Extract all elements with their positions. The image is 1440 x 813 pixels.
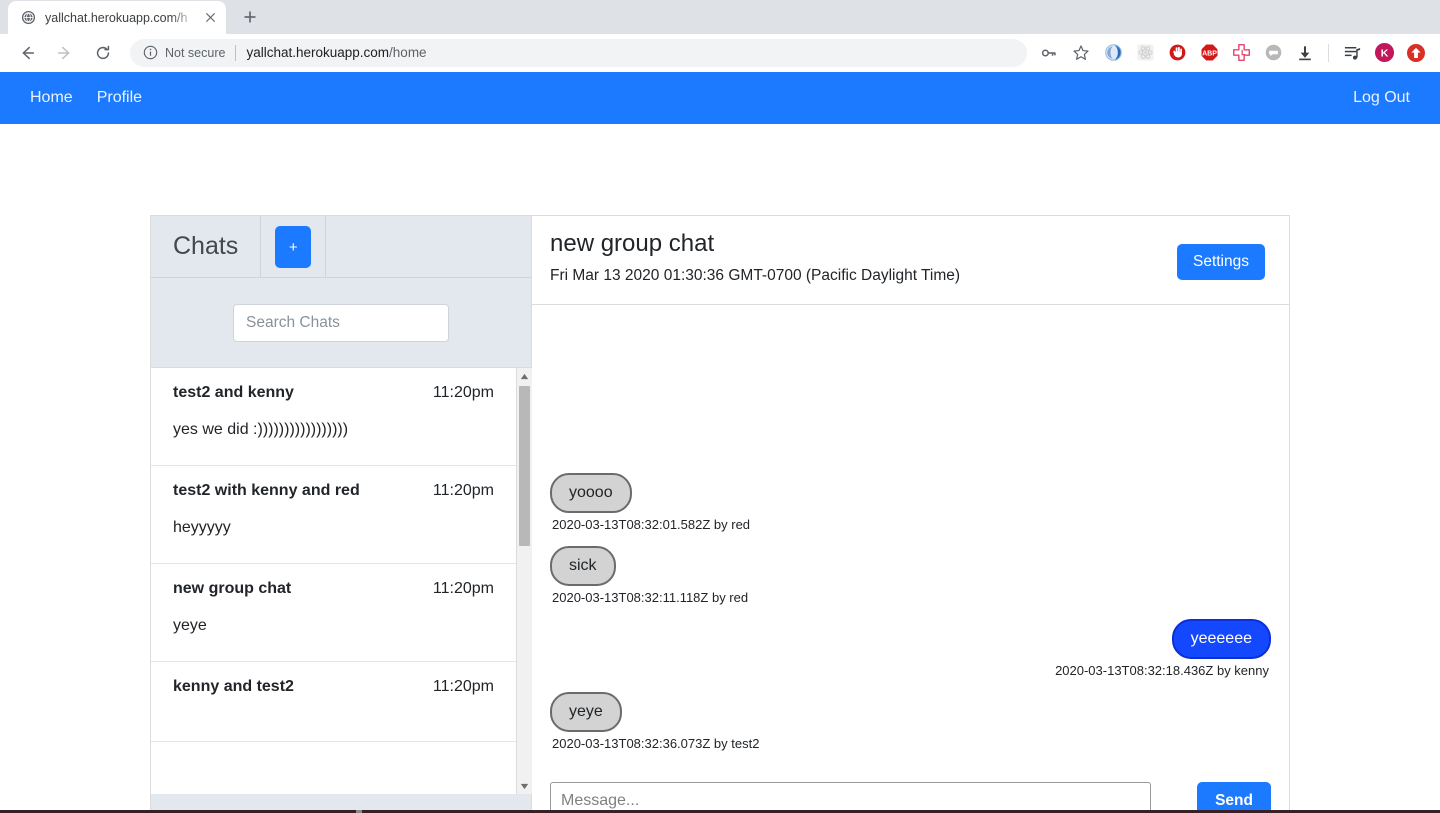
reading-list-icon[interactable] [1339,40,1365,66]
message-bubble: yeeeeee [1171,619,1271,659]
chat-time: 11:20pm [432,384,494,401]
message-meta: 2020-03-13T08:32:01.582Z by red [552,517,751,532]
extension-abp-icon[interactable]: ABP [1196,40,1222,66]
message-row: yoooo [550,473,1271,513]
message-composer: Send [532,774,1289,813]
new-tab-button[interactable] [236,3,264,31]
chat-list-scrollbar[interactable] [516,367,532,794]
search-chats-wrapper [151,278,531,367]
chat-list-region: test2 and kenny 11:20pm yes we did :))))… [151,367,532,794]
chat-snippet: yes we did :))))))))))))))))) [173,421,349,438]
chat-snippet: heyyyyy [173,519,231,536]
list-item[interactable]: new group chat 11:20pm yeye [151,564,516,662]
list-item[interactable]: test2 with kenny and red 11:20pm heyyyyy [151,466,516,564]
extension-red-up-arrow-icon[interactable] [1403,40,1429,66]
close-icon[interactable] [202,10,218,26]
tab-strip: yallchat.herokuapp.com/h [0,0,1440,34]
page-content: Home Profile Log Out Chats + Search Chat… [0,72,1440,813]
message-bubble: sick [550,546,616,586]
browser-toolbar: Not secure yallchat.herokuapp.com/home A… [0,34,1440,72]
profile-avatar[interactable]: K [1371,40,1397,66]
chats-sidebar: Chats + test2 and kenny 11:20pm [151,216,532,813]
extension-red-cross-plus-icon[interactable] [1228,40,1254,66]
list-item-header: test2 with kenny and red 11:20pm [173,482,494,500]
chat-snippet: yeye [173,617,207,634]
chat-name: kenny and test2 [173,678,294,695]
app-navbar: Home Profile Log Out [0,72,1440,124]
scroll-up-arrow-icon[interactable] [517,368,533,384]
chat-time: 11:20pm [432,678,494,695]
chat-name: new group chat [173,580,292,597]
nav-link-logout[interactable]: Log Out [1341,72,1422,124]
list-item-header: new group chat 11:20pm [173,580,494,598]
chat-name: test2 and kenny [173,384,294,401]
chat-header-text: new group chat Fri Mar 13 2020 01:30:36 … [550,230,960,285]
url-path: /home [389,45,427,60]
extension-blue-swirl-icon[interactable] [1100,40,1126,66]
page-title: new group chat [550,230,715,257]
message-row: sick [550,546,1271,586]
tab-chats-label: Chats [173,232,239,260]
message-meta: 2020-03-13T08:32:36.073Z by test2 [552,736,760,751]
list-item-header: kenny and test2 11:20pm [173,678,494,696]
security-status-label: Not secure [165,45,226,60]
forward-arrow-icon[interactable] [51,39,79,67]
chat-panel: new group chat Fri Mar 13 2020 01:30:36 … [532,216,1289,813]
send-button[interactable]: Send [1197,782,1271,813]
list-item-header: test2 and kenny 11:20pm [173,384,494,402]
scrollbar-thumb[interactable] [518,386,530,546]
message-row: yeye [550,692,1271,732]
list-item[interactable]: test2 and kenny 11:20pm yes we did :))))… [151,368,516,466]
tab-title: yallchat.herokuapp.com/h [45,10,188,25]
message-meta: 2020-03-13T08:32:11.118Z by red [552,590,749,605]
back-arrow-icon[interactable] [13,39,41,67]
reload-icon[interactable] [89,39,117,67]
password-key-icon[interactable] [1036,40,1062,66]
chat-date: Fri Mar 13 2020 01:30:36 GMT-0700 (Pacif… [550,267,961,284]
chat-time: 11:20pm [432,580,494,597]
sidebar-tabs-filler [326,216,531,277]
sidebar-tabs: Chats + [151,216,531,278]
message-row: yeeeeee [550,619,1271,659]
message-list: yoooo 2020-03-13T08:32:01.582Z by red si… [532,305,1289,774]
bookmark-star-icon[interactable] [1068,40,1094,66]
scrollbar-track[interactable] [517,384,533,778]
message-bubble: yeye [550,692,622,732]
info-circle-icon[interactable] [142,45,158,61]
message-input[interactable] [550,782,1152,813]
toolbar-divider [1328,43,1329,62]
url-host: yallchat.herokuapp.com [246,45,390,60]
chat-list: test2 and kenny 11:20pm yes we did :))))… [151,367,516,794]
globe-icon [20,10,36,26]
chat-header: new group chat Fri Mar 13 2020 01:30:36 … [532,216,1289,305]
nav-link-home[interactable]: Home [18,72,85,124]
browser-chrome: yallchat.herokuapp.com/h Not secure yall… [0,0,1440,72]
settings-button[interactable]: Settings [1176,244,1265,280]
add-chat-button[interactable]: + [275,225,312,268]
tab-chats[interactable]: Chats [151,216,262,277]
chat-name: test2 with kenny and red [173,482,360,499]
svg-text:K: K [1380,48,1388,60]
browser-tab[interactable]: yallchat.herokuapp.com/h [8,1,226,34]
downloads-icon[interactable] [1292,40,1318,66]
nav-link-profile[interactable]: Profile [85,72,154,124]
svg-text:ABP: ABP [1202,51,1217,58]
message-bubble: yoooo [550,473,632,513]
list-item[interactable]: kenny and test2 11:20pm [151,662,516,742]
chat-app-container: Chats + test2 and kenny 11:20pm [150,215,1290,813]
chat-time: 11:20pm [432,482,494,499]
scroll-down-arrow-icon[interactable] [517,778,533,794]
url-text: yallchat.herokuapp.com/home [246,45,426,60]
extension-gray-chat-icon[interactable] [1260,40,1286,66]
extension-react-atom-icon[interactable] [1132,40,1158,66]
address-bar[interactable]: Not secure yallchat.herokuapp.com/home [130,38,1027,67]
message-meta: 2020-03-13T08:32:18.436Z by kenny [1055,663,1269,678]
omnibox-divider [235,44,237,61]
tab-add-chat-cell: + [261,216,327,277]
extension-red-stop-hand-icon[interactable] [1164,40,1190,66]
search-chats-input[interactable] [233,303,449,342]
